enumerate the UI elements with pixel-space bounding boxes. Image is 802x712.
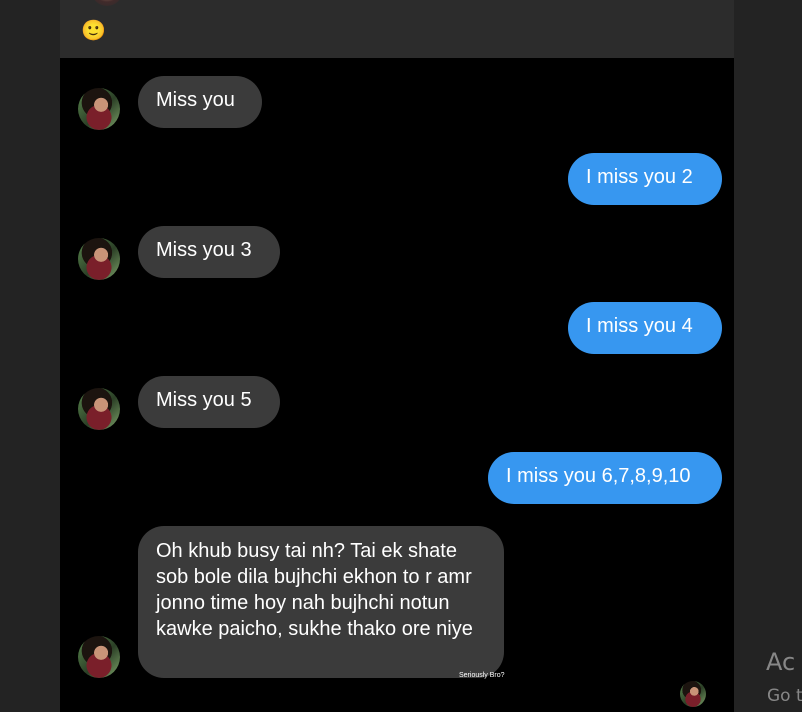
message-bubble-outgoing[interactable]: I miss you 2 bbox=[568, 153, 722, 205]
left-margin bbox=[0, 0, 60, 712]
contact-avatar[interactable] bbox=[78, 636, 120, 678]
contact-avatar[interactable] bbox=[78, 238, 120, 280]
message-bubble-incoming[interactable]: Miss you 5 bbox=[138, 376, 280, 428]
message-bubble-outgoing[interactable]: I miss you 4 bbox=[568, 302, 722, 354]
reply-label: Seriously Bro? bbox=[459, 672, 505, 679]
smile-emoji: 🙂 bbox=[81, 20, 106, 42]
previous-message-area bbox=[60, 0, 734, 58]
contact-avatar[interactable] bbox=[78, 388, 120, 430]
seen-avatar bbox=[680, 681, 706, 707]
message-bubble-outgoing[interactable]: I miss you 6,7,8,9,10 bbox=[488, 452, 722, 504]
right-margin bbox=[734, 0, 802, 712]
message-bubble-incoming[interactable]: Oh khub busy tai nh? Tai ek shate sob bo… bbox=[138, 526, 504, 678]
chat-thread[interactable]: Miss you I miss you 2 Miss you 3 I miss … bbox=[60, 58, 734, 712]
message-bubble-incoming[interactable]: Miss you 3 bbox=[138, 226, 280, 278]
contact-avatar[interactable] bbox=[78, 88, 120, 130]
windows-watermark-title: Ac bbox=[766, 648, 796, 676]
windows-watermark-subtitle: Go t bbox=[767, 686, 802, 706]
message-bubble-incoming[interactable]: Miss you bbox=[138, 76, 262, 128]
